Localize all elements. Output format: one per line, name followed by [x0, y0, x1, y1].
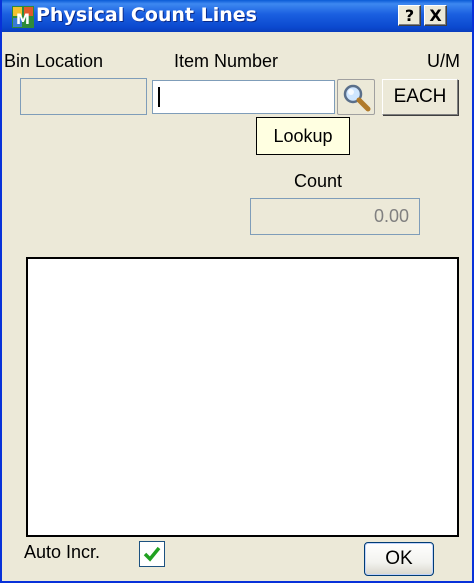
- lines-list[interactable]: [26, 257, 459, 537]
- lookup-tooltip: Lookup: [256, 117, 350, 155]
- text-caret: [158, 87, 160, 107]
- count-field[interactable]: 0.00: [250, 198, 420, 235]
- svg-text:M: M: [16, 12, 30, 28]
- auto-incr-checkbox[interactable]: [139, 541, 165, 567]
- lookup-button[interactable]: [337, 79, 375, 115]
- close-button[interactable]: X: [424, 5, 447, 26]
- ok-button[interactable]: OK: [364, 542, 434, 576]
- title-bar[interactable]: M Physical Count Lines ? X: [2, 0, 472, 32]
- item-number-label: Item Number: [174, 51, 279, 71]
- magnifier-icon: [343, 84, 371, 112]
- item-number-input[interactable]: [152, 80, 335, 114]
- count-label: Count: [294, 171, 343, 191]
- um-label: U/M: [427, 51, 460, 71]
- physical-count-lines-window: M Physical Count Lines ? X Bin Location …: [0, 0, 474, 583]
- window-title: Physical Count Lines: [36, 4, 257, 26]
- checkmark-icon: [143, 546, 161, 562]
- bin-location-label: Bin Location: [4, 51, 104, 71]
- app-icon: M: [12, 6, 34, 28]
- auto-incr-label: Auto Incr.: [24, 542, 101, 562]
- um-button[interactable]: EACH: [382, 79, 458, 115]
- bin-location-field[interactable]: [20, 78, 147, 115]
- help-button[interactable]: ?: [398, 5, 421, 26]
